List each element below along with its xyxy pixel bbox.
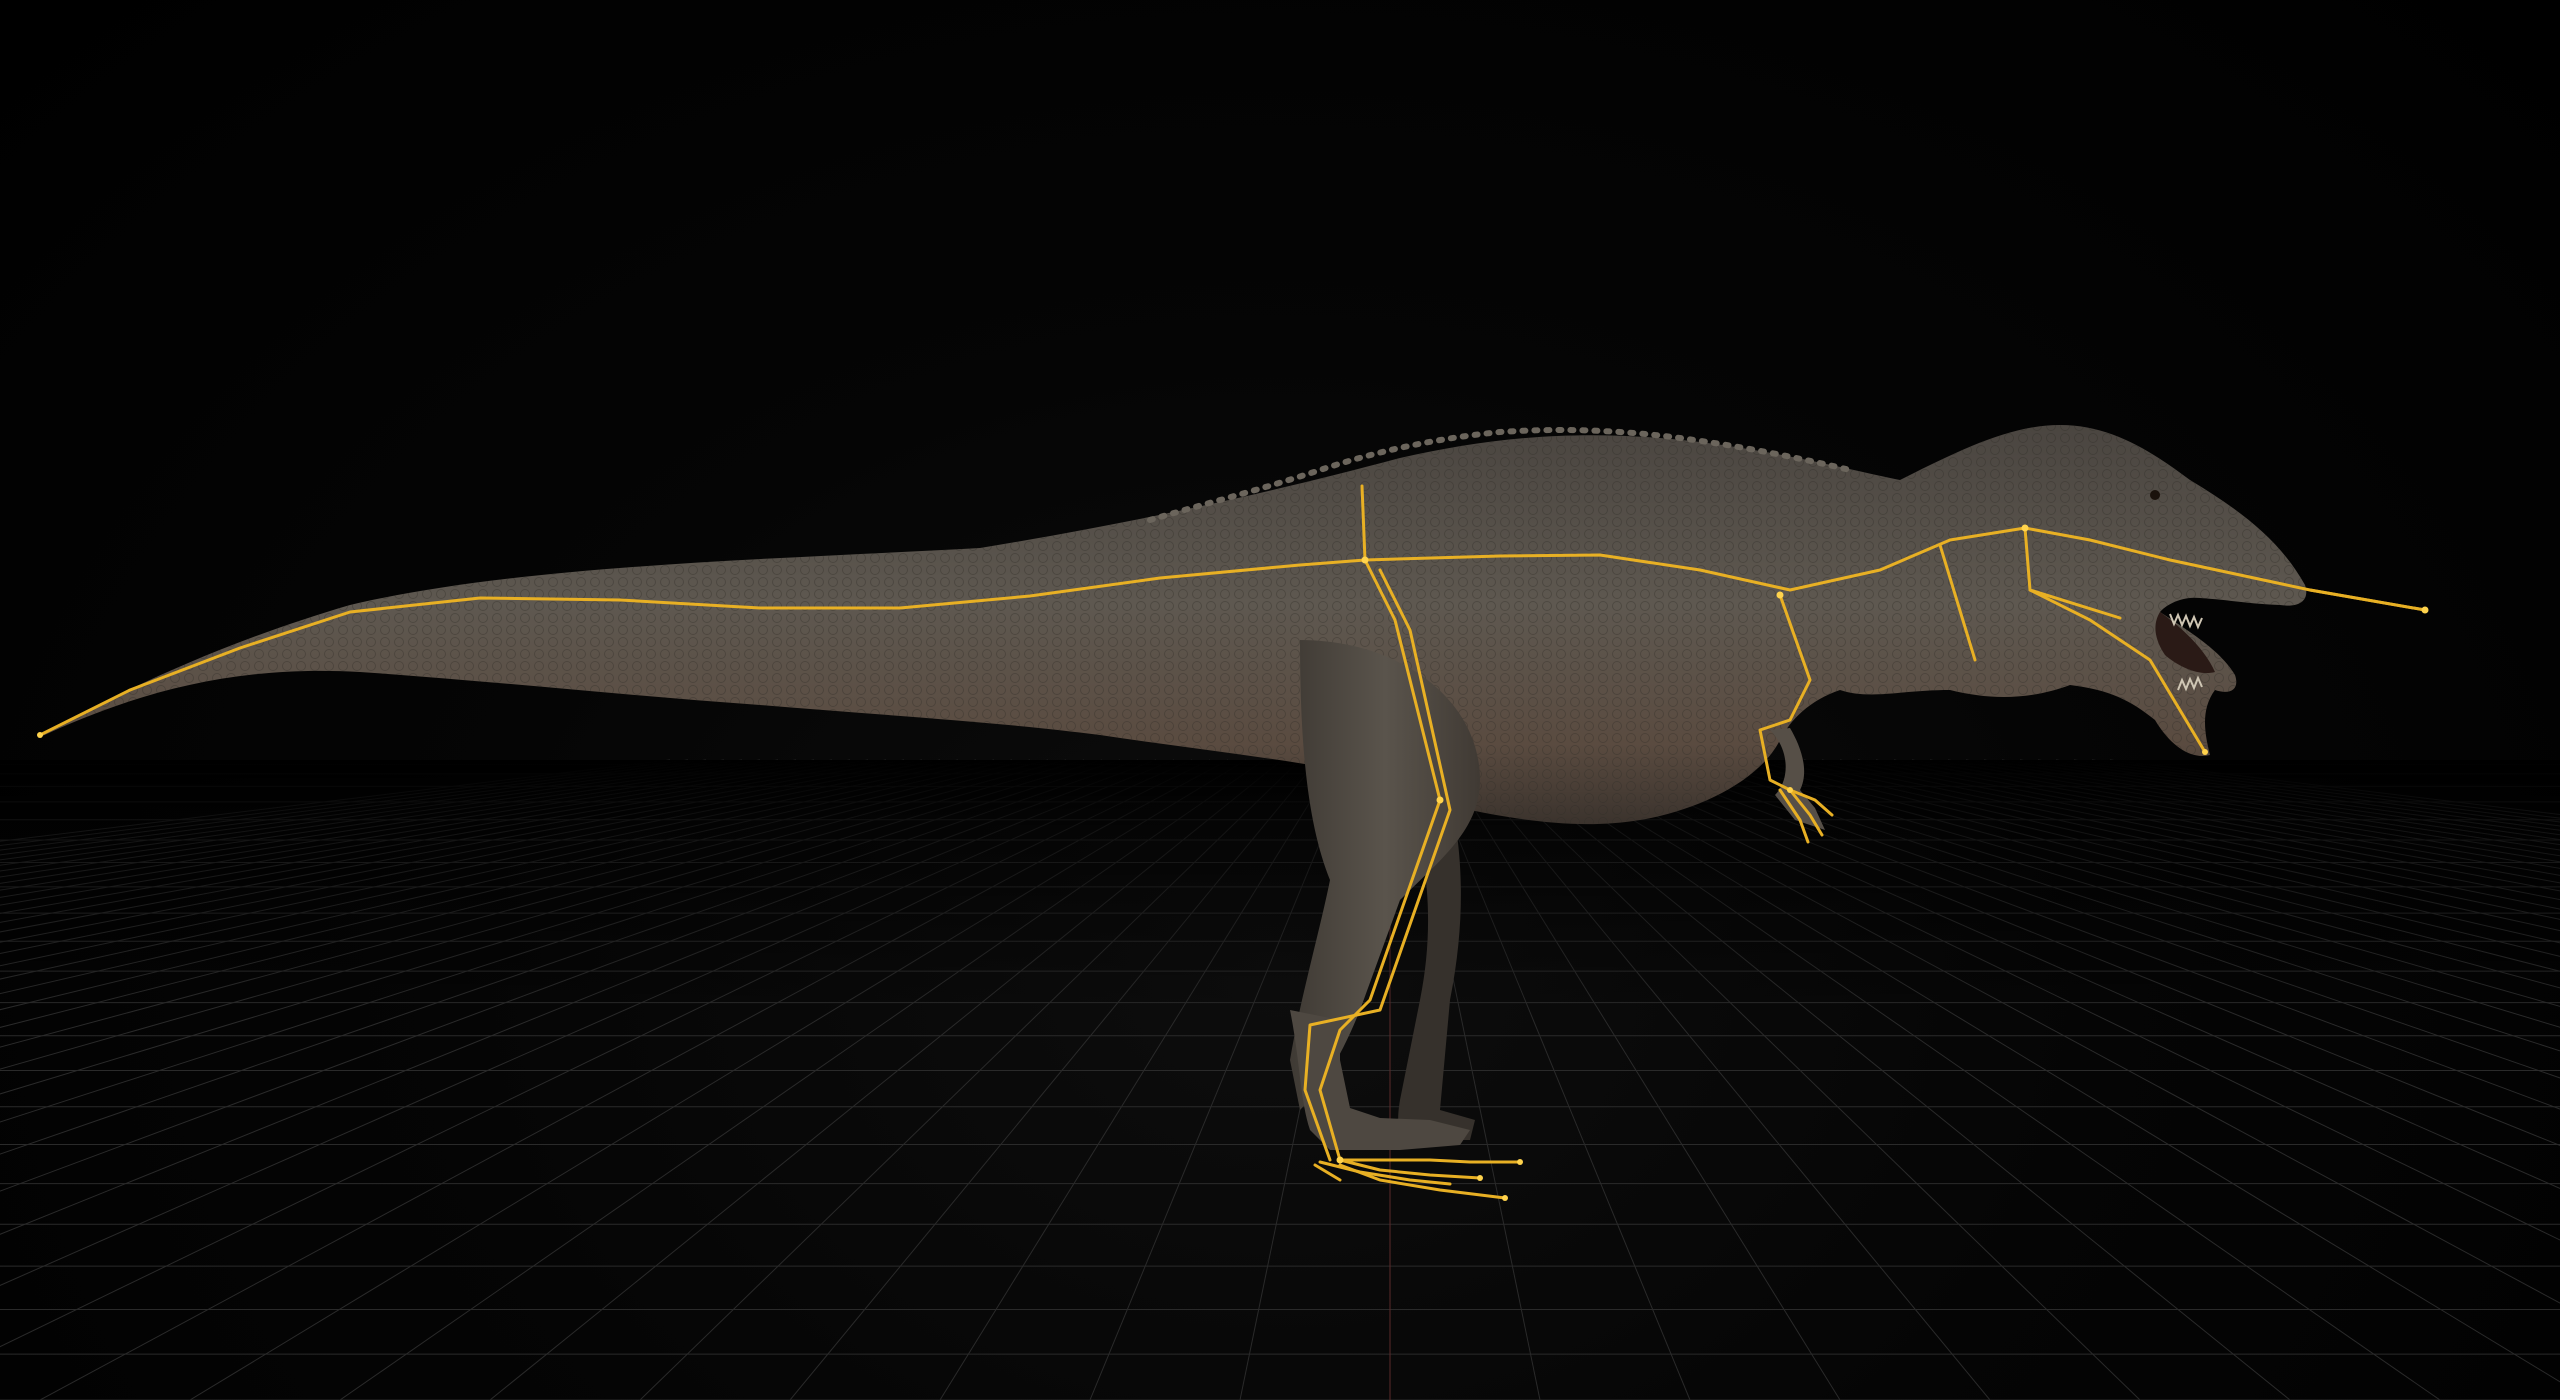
joint-toe-tip-3[interactable]: [1477, 1175, 1483, 1181]
head-tip-bone[interactable]: [2308, 588, 2427, 612]
eye: [2150, 490, 2160, 500]
joint-hand[interactable]: [1787, 787, 1793, 793]
joint-hip[interactable]: [1361, 556, 1369, 564]
joint-neck[interactable]: [2021, 524, 2029, 532]
scene-canvas[interactable]: [0, 0, 2560, 1400]
3d-viewport[interactable]: [0, 0, 2560, 1400]
joint-shoulder[interactable]: [1776, 591, 1784, 599]
grid-fade: [0, 760, 2560, 1020]
joint-toe-tip-2[interactable]: [1502, 1195, 1508, 1201]
joint-jaw-tip[interactable]: [2202, 749, 2208, 755]
joint-ankle[interactable]: [1336, 1156, 1344, 1164]
joint-toe-tip-1[interactable]: [1517, 1159, 1523, 1165]
joint-knee[interactable]: [1436, 796, 1444, 804]
joint-head-tip[interactable]: [2421, 606, 2429, 614]
joint-tail-tip[interactable]: [37, 732, 43, 738]
toe-bone-1[interactable]: [1338, 1158, 1522, 1164]
